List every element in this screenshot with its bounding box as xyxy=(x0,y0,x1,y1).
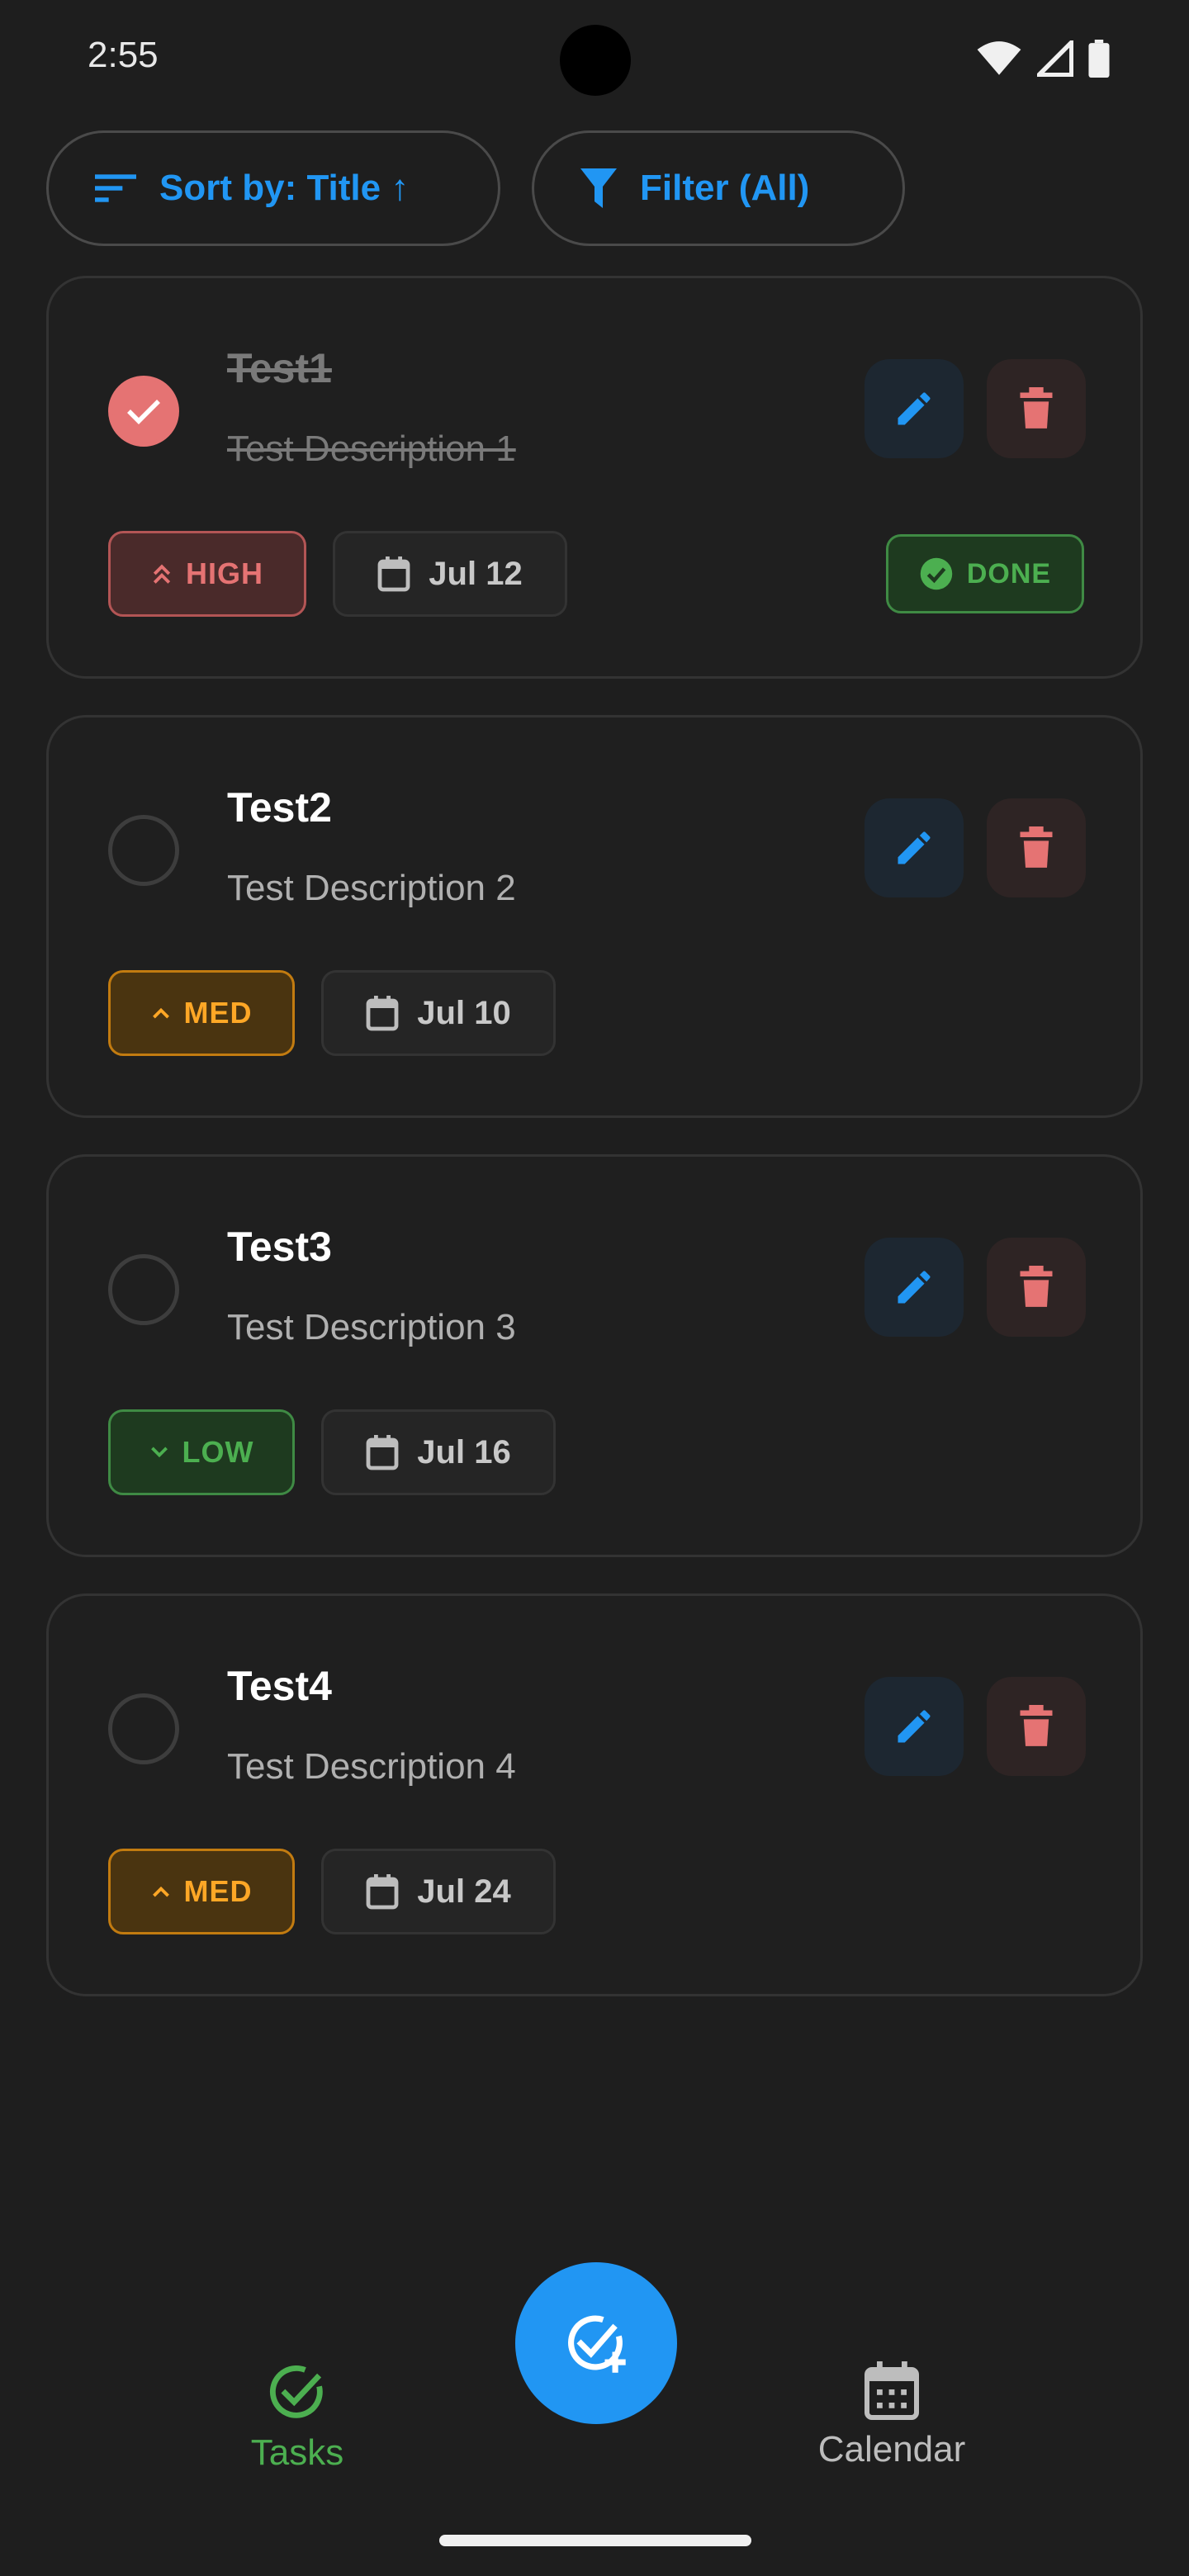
battery-icon xyxy=(1088,40,1110,78)
calendar-icon xyxy=(366,1874,399,1910)
due-date-chip: Jul 24 xyxy=(321,1849,556,1934)
check-icon xyxy=(127,400,160,424)
priority-badge-med: MED xyxy=(108,970,295,1056)
task-card[interactable]: Test4 Test Description 4 MED Jul 24 xyxy=(46,1593,1143,1996)
task-title: Test1 xyxy=(227,345,332,391)
priority-badge-low: LOW xyxy=(108,1409,295,1495)
due-date-chip: Jul 12 xyxy=(333,531,567,617)
add-task-button[interactable] xyxy=(515,2262,677,2424)
edit-button[interactable] xyxy=(865,798,964,897)
toolbar: Sort by: Title ↑ Filter (All) xyxy=(46,130,905,246)
due-date-label: Jul 16 xyxy=(417,1433,511,1470)
delete-button[interactable] xyxy=(987,1238,1086,1337)
trash-icon xyxy=(1020,1705,1053,1746)
filter-label: Filter (All) xyxy=(640,168,810,208)
due-date-label: Jul 24 xyxy=(417,1873,511,1910)
due-date-chip: Jul 10 xyxy=(321,970,556,1056)
priority-label: MED xyxy=(183,1874,253,1908)
priority-badge-high: HIGH xyxy=(108,531,306,617)
calendar-icon xyxy=(366,996,399,1031)
task-title: Test4 xyxy=(227,1663,332,1709)
tasks-check-icon xyxy=(269,2365,323,2418)
trash-icon xyxy=(1020,1266,1053,1307)
task-description: Test Description 1 xyxy=(227,429,516,469)
signal-icon xyxy=(1037,40,1073,77)
delete-button[interactable] xyxy=(987,798,1086,897)
status-bar: 2:55 xyxy=(0,0,1189,116)
filter-icon xyxy=(580,168,617,208)
task-card[interactable]: Test1 Test Description 1 HIGH Jul 12 DON… xyxy=(46,276,1143,679)
chevron-up-icon xyxy=(152,1007,169,1019)
calendar-icon xyxy=(366,1435,399,1470)
nav-calendar-label: Calendar xyxy=(817,2429,966,2469)
check-circle-icon xyxy=(920,557,953,590)
status-time: 2:55 xyxy=(88,35,159,75)
chevron-down-icon xyxy=(150,1447,168,1458)
calendar-grid-icon xyxy=(865,2361,919,2420)
pencil-icon xyxy=(898,1271,931,1304)
priority-label: LOW xyxy=(182,1435,254,1469)
calendar-icon xyxy=(377,556,410,592)
add-task-icon xyxy=(568,2315,626,2373)
task-checkbox[interactable] xyxy=(108,1693,179,1764)
edit-button[interactable] xyxy=(865,1238,964,1337)
pencil-icon xyxy=(898,831,931,864)
due-date-label: Jul 10 xyxy=(417,994,511,1031)
nav-tasks-label: Tasks xyxy=(250,2432,344,2473)
home-indicator[interactable] xyxy=(439,2535,751,2546)
pencil-icon xyxy=(898,1710,931,1743)
task-description: Test Description 4 xyxy=(227,1746,516,1787)
filter-button[interactable]: Filter (All) xyxy=(532,130,905,246)
nav-tasks[interactable]: Tasks xyxy=(173,2361,421,2474)
edit-button[interactable] xyxy=(865,1677,964,1776)
chevron-up-icon xyxy=(152,1886,169,1897)
task-checkbox[interactable] xyxy=(108,815,179,886)
trash-icon xyxy=(1020,387,1053,429)
priority-label: HIGH xyxy=(186,556,263,590)
task-title: Test3 xyxy=(227,1224,332,1270)
priority-badge-med: MED xyxy=(108,1849,295,1934)
task-checkbox-checked[interactable] xyxy=(108,376,179,447)
nav-calendar[interactable]: Calendar xyxy=(768,2361,1016,2470)
trash-icon xyxy=(1020,826,1053,868)
status-icons xyxy=(976,40,1110,78)
task-card[interactable]: Test2 Test Description 2 MED Jul 10 xyxy=(46,715,1143,1118)
camera-cutout xyxy=(560,25,631,96)
task-card[interactable]: Test3 Test Description 3 LOW Jul 16 xyxy=(46,1154,1143,1557)
task-description: Test Description 3 xyxy=(227,1307,516,1347)
status-badge: DONE xyxy=(886,534,1084,613)
edit-button[interactable] xyxy=(865,359,964,458)
due-date-chip: Jul 16 xyxy=(321,1409,556,1495)
sort-icon xyxy=(95,174,136,202)
task-title: Test2 xyxy=(227,784,332,831)
due-date-label: Jul 12 xyxy=(429,555,523,592)
delete-button[interactable] xyxy=(987,1677,1086,1776)
priority-label: MED xyxy=(183,996,253,1030)
delete-button[interactable] xyxy=(987,359,1086,458)
task-description: Test Description 2 xyxy=(227,868,516,908)
sort-button[interactable]: Sort by: Title ↑ xyxy=(46,130,500,246)
status-label: DONE xyxy=(966,557,1052,590)
pencil-icon xyxy=(898,392,931,425)
task-checkbox[interactable] xyxy=(108,1254,179,1325)
sort-label: Sort by: Title ↑ xyxy=(159,168,410,208)
double-chevron-up-icon xyxy=(153,564,171,584)
wifi-icon xyxy=(977,41,1021,75)
